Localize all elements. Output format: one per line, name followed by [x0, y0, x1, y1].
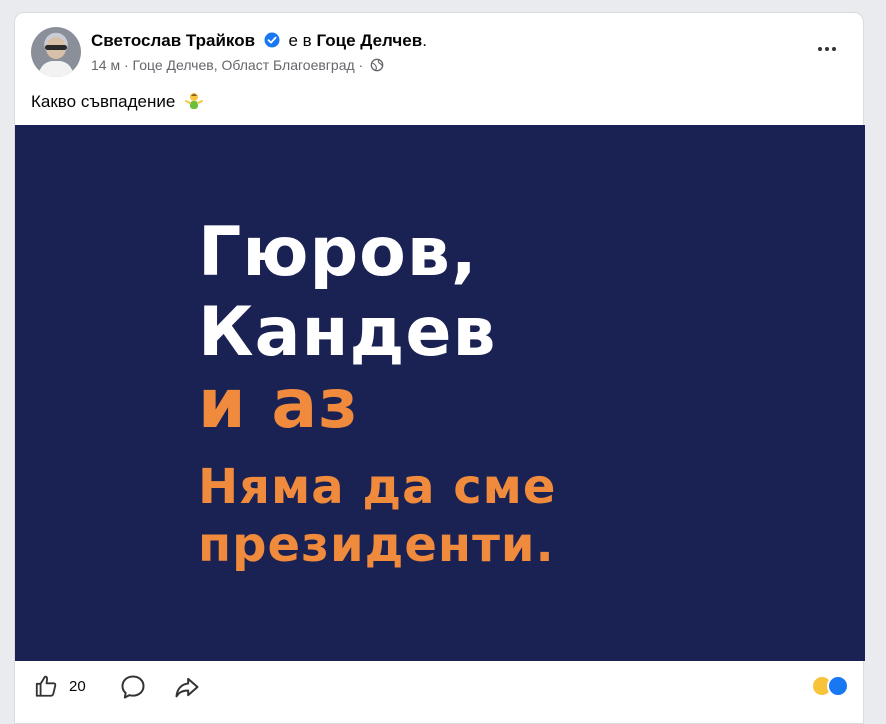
post-actions: 20 [15, 661, 865, 713]
avatar[interactable] [31, 27, 81, 77]
image-headline-line3: и аз [198, 365, 359, 444]
dot [818, 47, 822, 51]
person-shrugging-emoji-icon [185, 93, 204, 109]
post-image[interactable]: Гюров, Кандев и аз Няма да сме президент… [15, 125, 865, 661]
avatar-glasses [45, 45, 67, 50]
is-in-text: е в [288, 31, 312, 50]
like-reaction-icon [827, 675, 849, 697]
share-icon [175, 677, 199, 698]
more-options-icon[interactable] [813, 39, 841, 59]
post-card: Светослав Трайков е в Гоце Делчев. 14 м … [14, 12, 865, 724]
dot [825, 47, 829, 51]
reactions-summary[interactable] [811, 675, 849, 697]
post-text: Какво съвпадение [31, 91, 204, 112]
image-headline-line4: Няма да сме [198, 459, 557, 515]
post-time[interactable]: 14 м [91, 57, 120, 73]
comment-button[interactable] [119, 673, 147, 706]
post-location[interactable]: Гоце Делчев, Област Благоевград [133, 57, 355, 73]
separator: · [123, 57, 133, 73]
globe-icon[interactable] [370, 58, 384, 72]
image-headline-line2: Кандев [198, 293, 497, 372]
place-link[interactable]: Гоце Делчев [316, 31, 422, 50]
image-headline-line5: президенти. [198, 517, 555, 573]
like-button[interactable]: 20 [33, 673, 86, 699]
separator: · [358, 57, 364, 73]
image-headline-line1: Гюров, [198, 213, 478, 292]
avatar-shirt [39, 61, 73, 77]
author-name[interactable]: Светослав Трайков [91, 31, 255, 50]
share-button[interactable] [173, 673, 201, 706]
post-text-content: Какво съвпадение [31, 92, 176, 111]
post-meta: 14 м · Гоце Делчев, Област Благоевград · [91, 57, 384, 73]
post-header: Светослав Трайков е в Гоце Делчев. [91, 31, 427, 51]
dot [832, 47, 836, 51]
comment-icon [121, 675, 145, 699]
like-icon [35, 675, 57, 697]
verified-badge-icon [264, 32, 280, 48]
like-count: 20 [69, 677, 86, 695]
period: . [422, 31, 427, 50]
